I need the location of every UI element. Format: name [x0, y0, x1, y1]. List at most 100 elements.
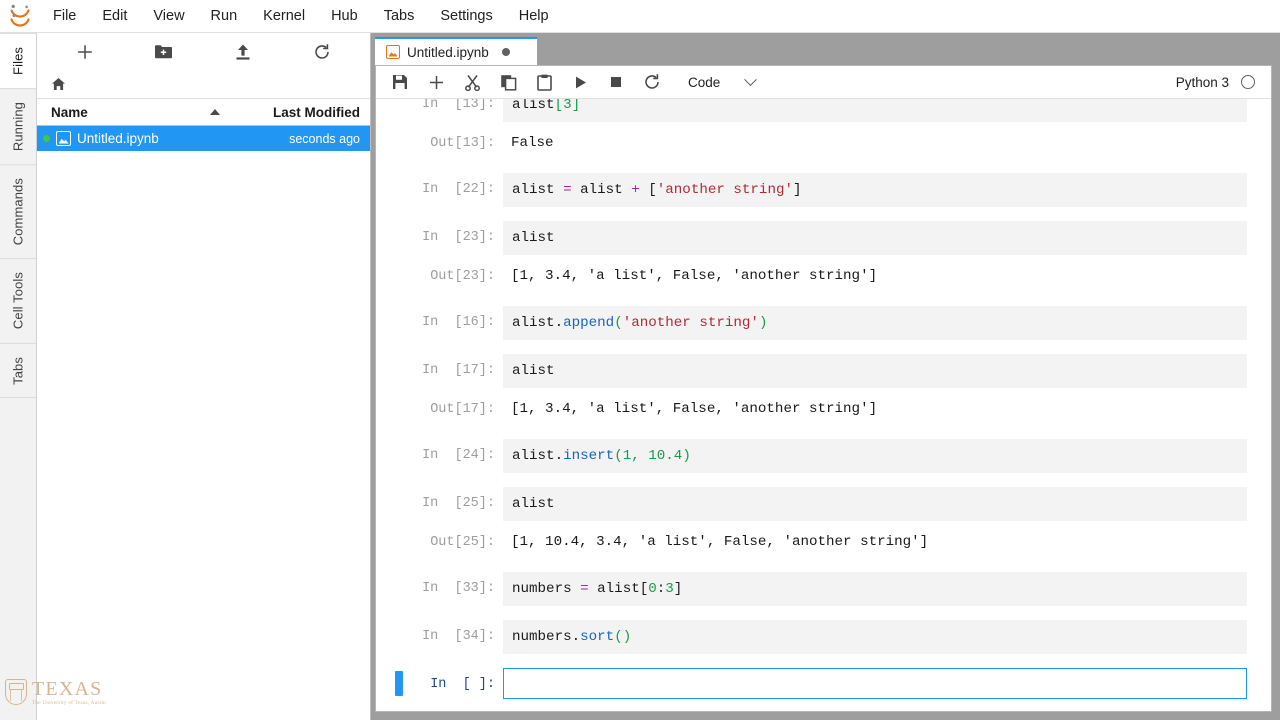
upload-button[interactable]: [204, 38, 283, 66]
sidebar-item-tabs[interactable]: Tabs: [0, 342, 36, 398]
cell-prompt: In [13]:: [422, 99, 495, 112]
notebook-input-cell[interactable]: In [24]: alist.insert(1, 10.4): [376, 439, 1271, 473]
notebook-output-cell[interactable]: Out[17]: [1, 3.4, 'a list', False, 'anoth…: [376, 393, 1271, 425]
cell-editor[interactable]: numbers.sort(): [503, 620, 1247, 654]
cell-collapser[interactable]: [395, 221, 403, 255]
menu-item-edit[interactable]: Edit: [91, 5, 138, 27]
sidebar-item-running[interactable]: Running: [0, 87, 36, 165]
code-token: append: [563, 315, 615, 331]
sort-ascending-icon[interactable]: [210, 109, 220, 115]
column-header-name[interactable]: Name: [37, 105, 236, 120]
cell-editor[interactable]: alist: [503, 354, 1247, 388]
menu-item-hub[interactable]: Hub: [320, 5, 369, 27]
cell-collapser[interactable]: [395, 487, 403, 521]
code-token: alist.: [512, 315, 564, 331]
cell-editor[interactable]: numbers = alist[0:3]: [503, 572, 1247, 606]
menu-item-help[interactable]: Help: [508, 5, 560, 27]
file-item-name-cell: Untitled.ipynb: [37, 131, 236, 146]
run-cell-button[interactable]: [562, 68, 598, 96]
cell-collapser[interactable]: [395, 260, 403, 292]
notebook-output-cell[interactable]: Out[25]: [1, 10.4, 3.4, 'a list', False, …: [376, 526, 1271, 558]
main-area: Files Running Commands Cell Tools Tabs T…: [0, 33, 1280, 720]
file-list-item[interactable]: Untitled.ipynb seconds ago: [37, 126, 370, 151]
kernel-idle-icon[interactable]: [1241, 75, 1255, 89]
code-token: ]: [673, 581, 683, 597]
cell-collapser[interactable]: [395, 127, 403, 159]
notebook-input-cell[interactable]: In [16]: alist.append('another string'): [376, 306, 1271, 340]
save-button[interactable]: [382, 68, 418, 96]
cell-collapser[interactable]: [395, 572, 403, 606]
code-token: [: [554, 99, 564, 113]
copy-cell-button[interactable]: [490, 68, 526, 96]
notebook-input-cell[interactable]: In [22]: alist = alist + ['another string…: [376, 173, 1271, 207]
refresh-button[interactable]: [283, 38, 362, 66]
code-token: numbers.: [512, 629, 581, 645]
menu-bar: File Edit View Run Kernel Hub Tabs Setti…: [0, 0, 1280, 33]
new-launcher-button[interactable]: [45, 38, 124, 66]
cell-editor[interactable]: alist: [503, 221, 1247, 255]
cell-collapser[interactable]: [395, 671, 403, 696]
cell-editor[interactable]: alist[3]: [503, 99, 1247, 122]
notebook-input-cell[interactable]: In [13]: alist[3]: [376, 99, 1271, 122]
notebook-output-cell[interactable]: Out[13]: False: [376, 127, 1271, 159]
sidebar-item-commands[interactable]: Commands: [0, 164, 36, 259]
kernel-name-label[interactable]: Python 3: [1176, 75, 1229, 90]
restart-kernel-button[interactable]: [634, 68, 670, 96]
menu-item-file[interactable]: File: [42, 5, 87, 27]
notebook-input-cell[interactable]: In [34]: numbers.sort(): [376, 620, 1271, 654]
sidebar-item-files[interactable]: Files: [0, 33, 36, 88]
cell-collapser[interactable]: [395, 354, 403, 388]
notebook-input-cell[interactable]: In [17]: alist: [376, 354, 1271, 388]
code-token: insert: [563, 448, 615, 464]
sidebar-item-cell-tools[interactable]: Cell Tools: [0, 258, 36, 343]
code-token: (: [614, 629, 623, 645]
notebook-icon: [386, 45, 400, 59]
cut-cell-button[interactable]: [454, 68, 490, 96]
menu-item-settings[interactable]: Settings: [429, 5, 503, 27]
cell-collapser[interactable]: [395, 526, 403, 558]
notebook-input-cell[interactable]: In [33]: numbers = alist[0:3]: [376, 572, 1271, 606]
column-header-modified[interactable]: Last Modified: [236, 105, 370, 120]
cell-collapser[interactable]: [395, 393, 403, 425]
cell-editor[interactable]: [503, 668, 1247, 699]
tab-untitled-notebook[interactable]: Untitled.ipynb: [375, 37, 537, 65]
ut-subtitle-text: The University of Texas, Austin: [32, 699, 106, 706]
unsaved-changes-icon[interactable]: [501, 48, 510, 56]
cell-collapser[interactable]: [395, 306, 403, 340]
cell-editor[interactable]: alist.append('another string'): [503, 306, 1247, 340]
interrupt-kernel-button[interactable]: [598, 68, 634, 96]
code-token: (: [614, 448, 623, 464]
code-token: sort: [580, 629, 615, 645]
cell-body: alist: [503, 354, 1247, 388]
jupyter-logo-icon[interactable]: [0, 0, 40, 33]
cell-collapser[interactable]: [395, 99, 403, 122]
code-token: alist: [512, 99, 555, 113]
notebook-input-cell[interactable]: In [ ]:: [376, 668, 1271, 699]
insert-cell-button[interactable]: [418, 68, 454, 96]
menu-item-view[interactable]: View: [142, 5, 195, 27]
cell-editor[interactable]: alist: [503, 487, 1247, 521]
cell-type-select[interactable]: Code: [688, 72, 758, 90]
code-token: ]: [793, 182, 802, 198]
cell-prompt: In [33]:: [422, 581, 495, 596]
menu-item-tabs[interactable]: Tabs: [373, 5, 426, 27]
cell-list: In [13]: alist[3] Out[13]: False In [22]: ali…: [376, 99, 1271, 699]
cell-spacer: [376, 159, 1271, 173]
cell-collapser[interactable]: [395, 173, 403, 207]
new-folder-button[interactable]: [124, 38, 203, 66]
notebook-scroll-area[interactable]: In [13]: alist[3] Out[13]: False In [22]: ali…: [376, 99, 1271, 711]
paste-cell-button[interactable]: [526, 68, 562, 96]
notebook-output-cell[interactable]: Out[23]: [1, 3.4, 'a list', False, 'anoth…: [376, 260, 1271, 292]
menu-item-kernel[interactable]: Kernel: [252, 5, 316, 27]
cell-collapser[interactable]: [395, 620, 403, 654]
breadcrumb[interactable]: [37, 70, 370, 98]
ut-texas-text: TEXAS: [32, 677, 103, 700]
cell-editor[interactable]: alist.insert(1, 10.4): [503, 439, 1247, 473]
menu-item-run[interactable]: Run: [200, 5, 249, 27]
cell-collapser[interactable]: [395, 439, 403, 473]
notebook-input-cell[interactable]: In [23]: alist: [376, 221, 1271, 255]
file-browser-toolbar: [37, 33, 370, 70]
notebook-input-cell[interactable]: In [25]: alist: [376, 487, 1271, 521]
file-browser-panel: Name Last Modified Untitled.ipynb second…: [37, 33, 371, 720]
cell-editor[interactable]: alist = alist + ['another string']: [503, 173, 1247, 207]
